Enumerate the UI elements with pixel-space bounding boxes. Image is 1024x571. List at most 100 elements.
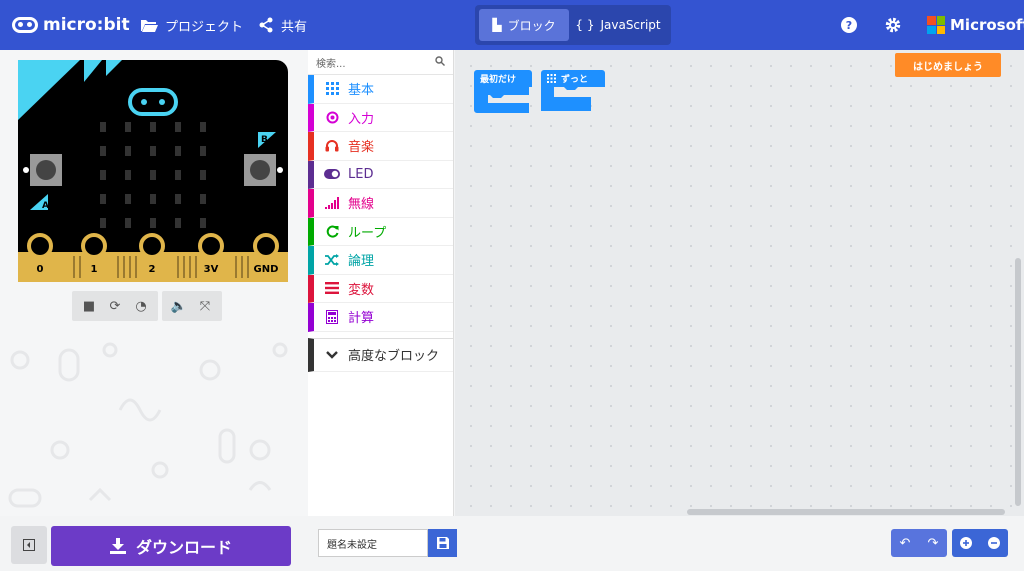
signal-icon: [324, 196, 340, 209]
on-start-label: 最初だけ: [480, 75, 517, 85]
headphones-icon: [324, 139, 340, 152]
zoom-in-icon: [960, 537, 972, 549]
on-start-block[interactable]: 最初だけ: [474, 70, 532, 118]
microsoft-windows-icon: [927, 16, 945, 34]
forever-block[interactable]: ずっと: [538, 70, 605, 118]
project-name-input[interactable]: [318, 529, 428, 557]
toolbox: 検索... 基本 入力 音楽 LED 無線 ループ 論理 変数 計算 高度なブロ…: [308, 50, 454, 516]
simulator-panel: A B 0 1 2 3V GND ■ ⟳ ◔ 🔈 ⤧: [0, 50, 308, 516]
projects-button[interactable]: プロジェクト: [140, 0, 243, 50]
category-music[interactable]: 音楽: [308, 132, 453, 161]
category-label: 高度なブロック: [348, 349, 440, 364]
save-icon: [436, 537, 449, 549]
blocks-workspace[interactable]: はじめましょう 最初だけ ずっと: [455, 50, 1024, 516]
category-logic[interactable]: 論理: [308, 246, 453, 275]
help-button[interactable]: ?: [840, 0, 865, 50]
microbit-face-icon: [12, 17, 38, 33]
vertical-scrollbar[interactable]: [1015, 258, 1021, 506]
grid-icon: [547, 74, 556, 83]
view-controls: 🔈 ⤧: [162, 291, 222, 321]
blocks-label: ブロック: [507, 18, 556, 33]
slowmo-icon: ◔: [135, 298, 147, 314]
download-button[interactable]: ダウンロード: [51, 526, 291, 566]
category-label: 基本: [348, 83, 375, 99]
collapse-simulator-button[interactable]: [11, 526, 47, 564]
sound-icon: 🔈: [170, 298, 188, 314]
forever-label-wrap: ずっと: [541, 70, 594, 87]
settings-button[interactable]: [884, 0, 909, 50]
zoom-out-icon: [988, 537, 1000, 549]
slowmo-button[interactable]: ◔: [128, 293, 154, 319]
sound-button[interactable]: 🔈: [166, 293, 192, 319]
microbit-board[interactable]: A B 0 1 2 3V GND: [18, 60, 288, 282]
share-button[interactable]: 共有: [258, 0, 307, 50]
search-placeholder: 検索...: [316, 58, 346, 70]
category-led[interactable]: LED: [308, 160, 453, 189]
category-variables[interactable]: 変数: [308, 274, 453, 303]
start-tutorial-button[interactable]: はじめましょう: [895, 53, 1001, 77]
search-icon: [435, 56, 445, 66]
share-label: 共有: [281, 19, 308, 35]
braces-icon: { }: [575, 18, 595, 32]
download-label: ダウンロード: [135, 538, 232, 557]
zoom-in-button[interactable]: [952, 529, 980, 557]
category-basic[interactable]: 基本: [308, 75, 453, 104]
microsoft-logo[interactable]: Microsoft: [927, 0, 1024, 50]
javascript-label: JavaScript: [600, 18, 661, 32]
pin-2-label: 2: [149, 264, 156, 275]
category-label: 変数: [348, 282, 375, 298]
blocks-editor-button[interactable]: ▙ ブロック: [479, 9, 569, 41]
help-icon: ?: [841, 17, 857, 33]
fullscreen-button[interactable]: ⤧: [192, 293, 218, 319]
fullscreen-icon: ⤧: [199, 298, 211, 314]
category-label: 入力: [348, 111, 375, 127]
start-tutorial-label: はじめましょう: [913, 61, 983, 73]
javascript-editor-button[interactable]: { } JavaScript: [569, 9, 667, 41]
zoom-out-button[interactable]: [980, 529, 1008, 557]
background-pattern: [8, 342, 288, 508]
share-icon: [259, 17, 273, 33]
button-a-label: A: [42, 201, 49, 211]
microbit-logo[interactable]: micro:bit: [12, 0, 130, 50]
redo-button[interactable]: ↷: [919, 529, 947, 557]
restart-icon: ⟳: [109, 298, 121, 314]
playback-controls: ■ ⟳ ◔: [72, 291, 158, 321]
editor-footer: ダウンロード ↶ ↷: [0, 516, 1024, 571]
pin-gnd-label: GND: [254, 264, 279, 275]
redo-icon: ↷: [927, 535, 939, 551]
grid-icon: [324, 82, 340, 96]
undo-icon: ↶: [899, 535, 911, 551]
category-loops[interactable]: ループ: [308, 217, 453, 246]
svg-text:?: ?: [846, 19, 852, 32]
pin-1-label: 1: [91, 264, 98, 275]
category-label: 計算: [348, 311, 375, 327]
category-label: ループ: [348, 225, 387, 241]
shuffle-icon: [324, 253, 340, 266]
microsoft-label: Microsoft: [950, 16, 1024, 34]
button-b-label: B: [261, 135, 268, 145]
category-input[interactable]: 入力: [308, 103, 453, 132]
folder-open-icon: [141, 20, 158, 32]
save-button[interactable]: [428, 529, 457, 557]
projects-label: プロジェクト: [165, 19, 244, 35]
toggle-icon: [324, 169, 340, 180]
horizontal-scrollbar[interactable]: [687, 509, 1005, 515]
stop-icon: ■: [82, 298, 96, 314]
chevron-down-icon: [324, 350, 340, 359]
toolbox-search[interactable]: 検索...: [308, 50, 453, 75]
category-advanced[interactable]: 高度なブロック: [308, 337, 453, 372]
pin-0-label: 0: [37, 264, 44, 275]
collapse-left-icon: [23, 539, 35, 551]
undo-button[interactable]: ↶: [891, 529, 919, 557]
pin-3v-label: 3V: [204, 264, 219, 275]
restart-button[interactable]: ⟳: [102, 293, 128, 319]
category-math[interactable]: 計算: [308, 303, 453, 332]
category-label: 論理: [348, 254, 375, 270]
stop-button[interactable]: ■: [76, 293, 102, 319]
gear-icon: [885, 17, 901, 33]
editor-toggle: ▙ ブロック { } JavaScript: [475, 5, 671, 45]
category-radio[interactable]: 無線: [308, 189, 453, 218]
list-icon: [324, 282, 340, 295]
simulator-controls: ■ ⟳ ◔ 🔈 ⤧: [72, 291, 222, 321]
category-label: LED: [348, 166, 374, 182]
